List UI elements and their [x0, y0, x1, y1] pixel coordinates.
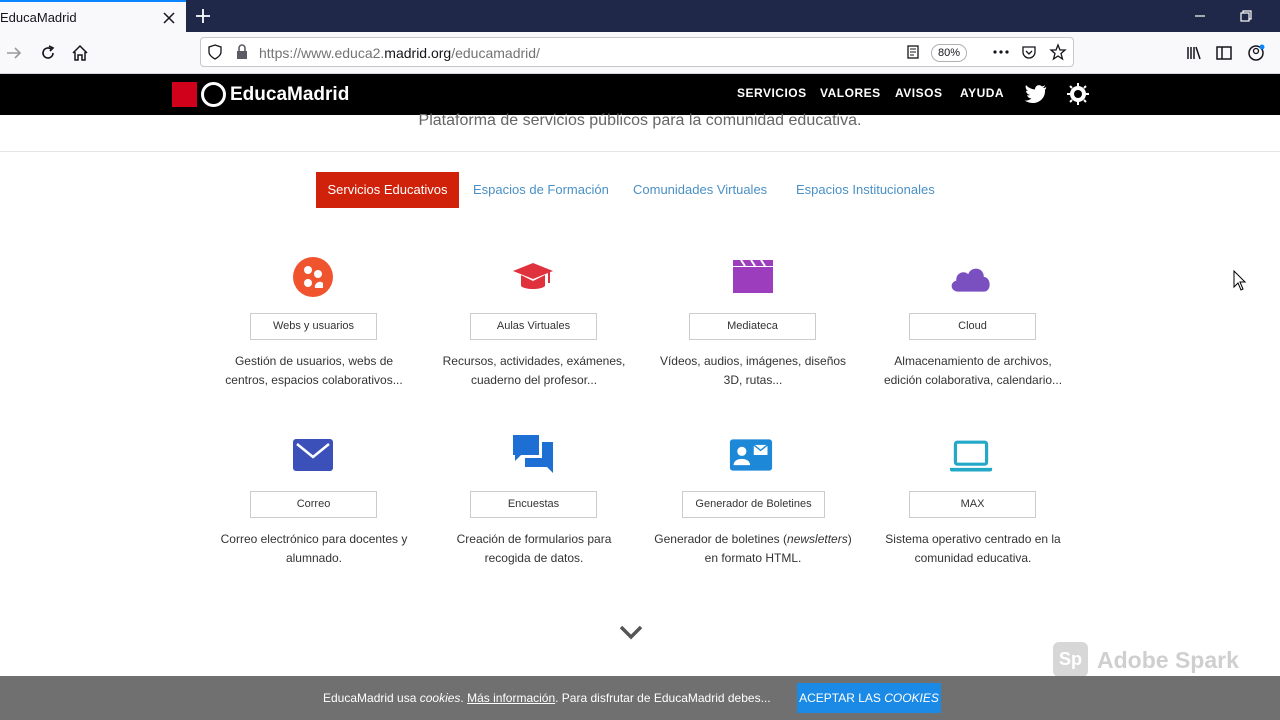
url-bar[interactable]: https://www.educa2.madrid.org/educamadri… [200, 37, 1074, 67]
cookie-notice-text: EducaMadrid usa cookies. Más información… [323, 691, 771, 705]
cloud-icon[interactable] [949, 255, 993, 299]
tab-espacios-formacion[interactable]: Espacios de Formación [473, 172, 609, 208]
accept-cookies-button[interactable]: ACEPTAR LAS COOKIES [797, 683, 941, 713]
library-icon[interactable] [1184, 43, 1204, 63]
site-header: EducaMadrid SERVICIOS VALORES AVISOS AYU… [0, 74, 1280, 115]
bookmark-star-icon[interactable] [1049, 43, 1067, 61]
card-description: Correo electrónico para docentes y alumna… [220, 532, 408, 565]
browser-title-bar: EducaMadrid [0, 0, 1280, 32]
lock-icon[interactable] [235, 44, 249, 60]
nav-avisos[interactable]: AVISOS [895, 86, 942, 100]
url-text: https://www.educa2.madrid.org/educamadri… [259, 45, 540, 61]
card-description: Sistema operativo centrado en la comunida… [885, 532, 1061, 565]
close-icon[interactable] [160, 9, 178, 27]
generador-boletines-button[interactable]: Generador de Boletines [682, 491, 825, 518]
restore-icon[interactable] [1238, 8, 1254, 24]
site-subtitle: Plataforma de servicios públicos para la… [418, 112, 862, 129]
forward-icon[interactable] [4, 43, 24, 63]
reload-icon[interactable] [38, 43, 58, 63]
account-icon[interactable] [1246, 43, 1266, 63]
chat-bubbles-icon[interactable] [511, 433, 555, 477]
card-description: Recursos, actividades, exámenes, cuaderno… [442, 354, 626, 387]
tab-comunidades-virtuales[interactable]: Comunidades Virtuales [633, 172, 767, 208]
home-icon[interactable] [70, 43, 90, 63]
pocket-icon[interactable] [1021, 44, 1037, 60]
sidebar-icon[interactable] [1214, 43, 1234, 63]
clapperboard-icon[interactable] [731, 255, 775, 299]
covid-info-icon[interactable] [1066, 82, 1090, 106]
card-description: Creación de formularios para recogida de … [456, 532, 612, 565]
webs-usuarios-button[interactable]: Webs y usuarios [250, 313, 377, 340]
chevron-down-icon[interactable] [618, 622, 644, 642]
mediateca-button[interactable]: Mediateca [689, 313, 816, 340]
twitter-icon[interactable] [1024, 84, 1048, 104]
adobe-spark-watermark: Adobe Spark [1097, 647, 1239, 673]
correo-button[interactable]: Correo [250, 491, 377, 518]
tab-espacios-institucionales[interactable]: Espacios Institucionales [796, 172, 935, 208]
aulas-virtuales-button[interactable]: Aulas Virtuales [470, 313, 597, 340]
tab-servicios-educativos[interactable]: Servicios Educativos [316, 172, 459, 208]
cookie-banner: EducaMadrid usa cookies. Más información… [0, 676, 1280, 720]
card-description: Generador de boletines (newsletters) en f… [654, 532, 852, 565]
tab-title: EducaMadrid [0, 10, 77, 25]
logo-mark-icon[interactable] [201, 82, 226, 107]
cloud-button[interactable]: Cloud [909, 313, 1036, 340]
more-actions-icon[interactable] [991, 44, 1011, 60]
nav-ayuda[interactable]: AYUDA [960, 86, 1004, 100]
laptop-icon[interactable] [949, 433, 993, 477]
envelope-icon[interactable] [291, 433, 335, 477]
zoom-level-badge[interactable]: 80% [931, 44, 967, 62]
browser-toolbar: https://www.educa2.madrid.org/educamadri… [0, 32, 1280, 74]
more-info-link[interactable]: Más información [467, 691, 555, 705]
minimize-icon[interactable] [1192, 8, 1208, 24]
graduation-cap-icon[interactable] [511, 255, 555, 299]
card-description: Gestión de usuarios, webs de centros, esp… [225, 354, 403, 387]
shield-icon[interactable] [207, 44, 223, 60]
plus-icon[interactable] [194, 7, 212, 25]
browser-tab[interactable]: EducaMadrid [0, 0, 186, 32]
nav-servicios[interactable]: SERVICIOS [737, 86, 807, 100]
divider [0, 151, 1280, 152]
adobe-spark-logo: Sp [1053, 642, 1088, 677]
contact-card-icon[interactable] [729, 433, 773, 477]
community-flag-icon[interactable] [172, 82, 197, 107]
nav-valores[interactable]: VALORES [820, 86, 881, 100]
encuestas-button[interactable]: Encuestas [470, 491, 597, 518]
reader-view-icon[interactable] [905, 44, 921, 60]
users-icon[interactable] [291, 255, 335, 299]
card-description: Almacenamiento de archivos, edición colab… [883, 354, 1063, 387]
max-button[interactable]: MAX [909, 491, 1036, 518]
site-logo[interactable]: EducaMadrid [230, 84, 349, 106]
mouse-cursor-icon [1233, 270, 1247, 291]
card-description: Vídeos, audios, imágenes, diseños 3D, rut… [659, 354, 847, 387]
